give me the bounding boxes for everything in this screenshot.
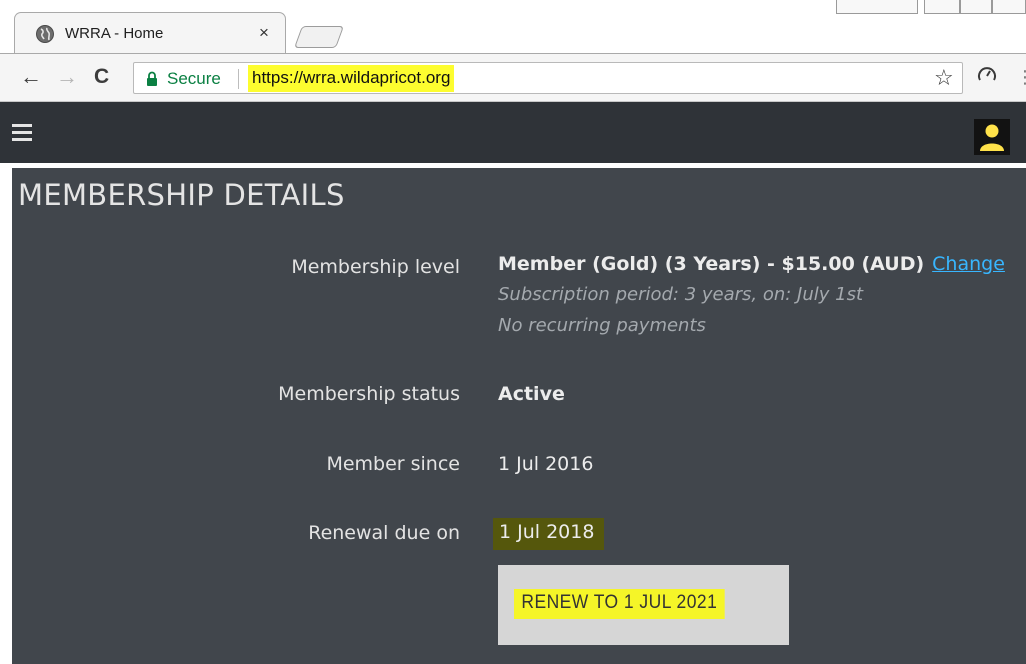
- user-icon[interactable]: [974, 119, 1010, 155]
- address-bar[interactable]: Secure https://wrra.wildapricot.org ☆: [133, 62, 963, 94]
- secure-label: Secure: [167, 69, 221, 88]
- browser-tabstrip: WRRA - Home ×: [0, 0, 1026, 54]
- tab-title: WRRA - Home: [65, 25, 164, 42]
- url-text[interactable]: https://wrra.wildapricot.org: [248, 65, 455, 92]
- minimize-button[interactable]: [924, 0, 960, 14]
- site-header: [0, 102, 1026, 163]
- close-window-button[interactable]: [992, 0, 1026, 14]
- renewal-due-label: Renewal due on: [308, 522, 460, 544]
- back-button[interactable]: ←: [20, 64, 42, 90]
- new-tab-button[interactable]: [293, 26, 345, 48]
- globe-icon: [36, 25, 54, 43]
- member-since-label: Member since: [326, 453, 460, 475]
- maximize-button[interactable]: [960, 0, 992, 14]
- renewal-due-value: 1 Jul 2018: [493, 518, 605, 550]
- profile-button[interactable]: [836, 0, 918, 14]
- membership-status-value: Active: [498, 383, 565, 405]
- browser-tab[interactable]: WRRA - Home ×: [14, 12, 286, 54]
- membership-level-text: Member (Gold) (3 Years) - $15.00 (AUD): [498, 253, 925, 275]
- member-since-value: 1 Jul 2016: [498, 453, 594, 475]
- omnibox-divider: [238, 69, 239, 89]
- reload-button[interactable]: C: [94, 64, 109, 90]
- subscription-period-text: Subscription period: 3 years, on: July 1…: [498, 284, 864, 305]
- membership-level-label: Membership level: [291, 256, 460, 278]
- forward-button[interactable]: →: [56, 64, 78, 90]
- lock-icon: [147, 71, 157, 86]
- speed-gauge-icon[interactable]: [976, 64, 998, 86]
- membership-level-value: Member (Gold) (3 Years) - $15.00 (AUD) Ch…: [498, 253, 1005, 275]
- bookmark-star-icon[interactable]: ☆: [934, 65, 954, 91]
- renew-button-label: RENEW TO 1 JUL 2021: [514, 589, 725, 619]
- change-link[interactable]: Change: [932, 253, 1005, 275]
- browser-menu-icon[interactable]: ⋮: [1016, 68, 1026, 86]
- browser-toolbar: ← → C Secure https://wrra.wildapricot.or…: [0, 54, 1026, 102]
- membership-details-panel: MEMBERSHIP DETAILS Membership level Memb…: [12, 168, 1026, 664]
- close-tab-icon[interactable]: ×: [259, 23, 269, 43]
- renew-button[interactable]: RENEW TO 1 JUL 2021: [498, 565, 789, 645]
- page-title: MEMBERSHIP DETAILS: [18, 178, 345, 212]
- recurring-payments-text: No recurring payments: [498, 315, 706, 336]
- hamburger-icon[interactable]: [12, 124, 32, 141]
- membership-status-label: Membership status: [278, 383, 460, 405]
